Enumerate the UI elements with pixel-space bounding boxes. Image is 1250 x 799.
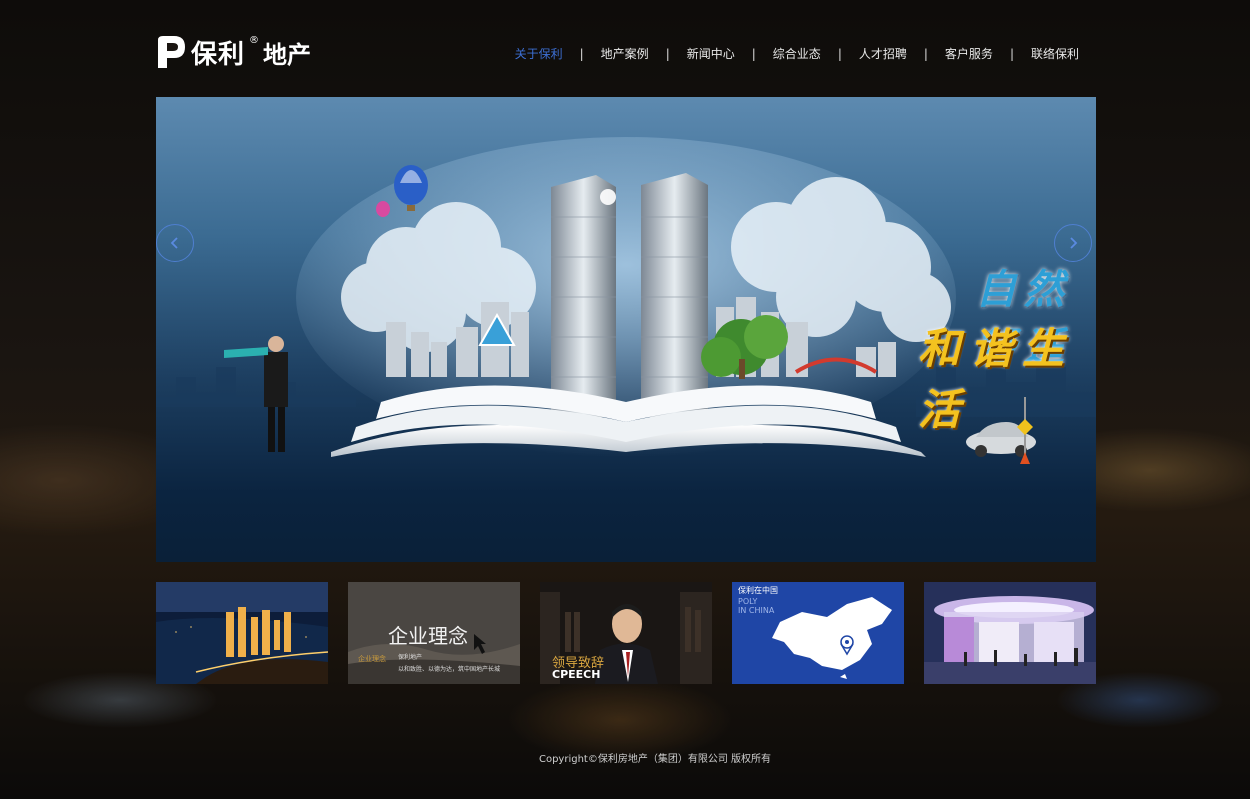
- nav-item-careers[interactable]: 人才招聘: [842, 46, 924, 62]
- nav-item-service[interactable]: 客户服务: [928, 46, 1010, 62]
- philosophy-sub1: 保利地产: [398, 654, 423, 661]
- thumb-poly-china[interactable]: 保利在中国 POLY IN CHINA: [732, 582, 904, 684]
- speech-title-en: CPEECH: [552, 668, 601, 681]
- poly-logo-icon: [158, 36, 185, 68]
- banner-next-button[interactable]: [1054, 224, 1092, 262]
- exhibition-image: [924, 582, 1096, 684]
- philosophy-tag: 企业理念: [358, 655, 386, 663]
- poly-china-label-cn: 保利在中国: [738, 586, 778, 595]
- nav-item-cases[interactable]: 地产案例: [584, 46, 666, 62]
- nav-item-news[interactable]: 新闻中心: [670, 46, 752, 62]
- hero-banner[interactable]: 自然舒适 和谐生活: [156, 97, 1096, 562]
- site-logo[interactable]: 保利 ® 地产: [154, 32, 311, 72]
- brand-suffix: 地产: [263, 40, 312, 69]
- philosophy-sub2: 以和致胜、以德为达，筑中国地产长城: [398, 666, 501, 673]
- philosophy-title: 企业理念: [388, 624, 468, 648]
- city-night-image: [156, 582, 328, 684]
- thumb-city-night[interactable]: [156, 582, 328, 684]
- china-map-image: [732, 582, 904, 684]
- nav-item-about[interactable]: 关于保利: [498, 46, 580, 62]
- brand-name: 保利: [191, 39, 246, 70]
- poly-china-label-en2: IN CHINA: [738, 606, 775, 615]
- nav-item-business[interactable]: 综合业态: [756, 46, 838, 62]
- chevron-left-icon: [170, 237, 178, 249]
- poly-china-label-en1: POLY: [738, 597, 758, 606]
- chevron-right-icon: [1070, 237, 1078, 249]
- thumb-philosophy[interactable]: 企业理念 企业理念 保利地产 以和致胜、以德为达，筑中国地产长城: [348, 582, 520, 684]
- thumb-exhibition[interactable]: [924, 582, 1096, 684]
- main-nav: 关于保利 | 地产案例 | 新闻中心 | 综合业态 | 人才招聘 | 客户服务 …: [498, 46, 1096, 62]
- thumb-speech[interactable]: 领导致辞 CPEECH: [540, 582, 712, 684]
- registered-mark: ®: [249, 34, 260, 46]
- banner-prev-button[interactable]: [156, 224, 194, 262]
- banner-slogan-line2: 和谐生活: [918, 324, 1075, 434]
- thumbnail-strip: 企业理念 企业理念 保利地产 以和致胜、以德为达，筑中国地产长城 领导致辞 CP…: [156, 582, 1096, 684]
- footer-copyright: Copyright©保利房地产（集团）有限公司 版权所有: [538, 754, 772, 765]
- nav-item-contact[interactable]: 联络保利: [1014, 46, 1096, 62]
